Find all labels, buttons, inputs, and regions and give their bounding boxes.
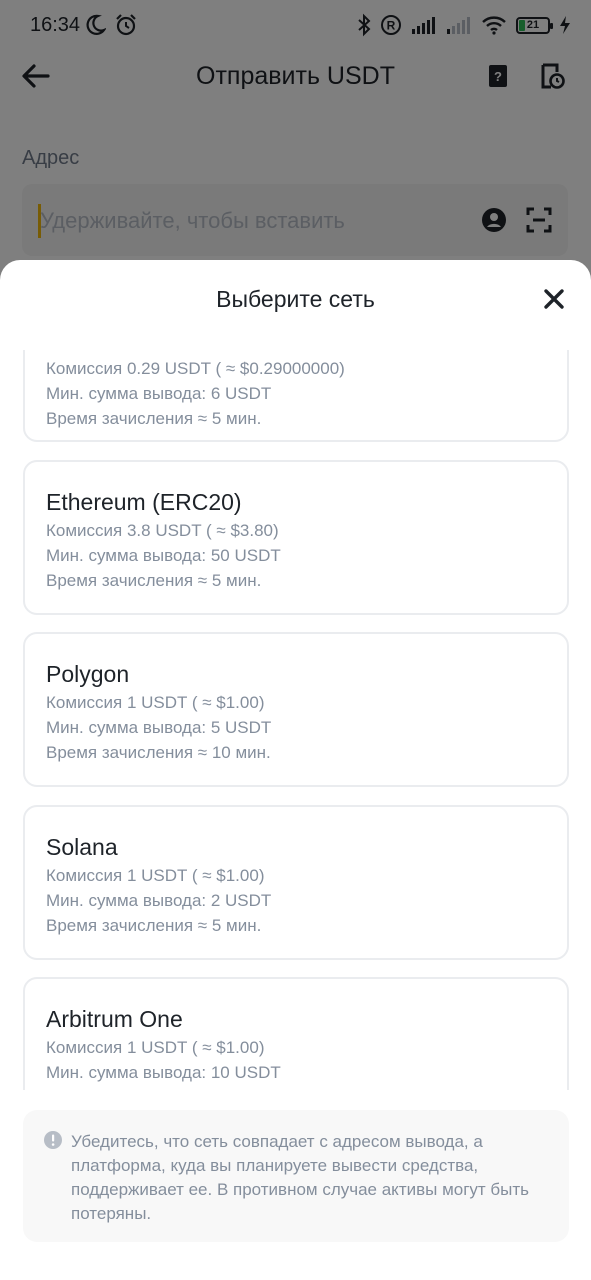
network-fee: Комиссия 3.8 USDT ( ≈ $3.80) [46,521,279,540]
warning-text: Убедитесь, что сеть совпадает с адресом … [71,1132,530,1223]
network-arrival-time: Время зачисления ≈ 5 мин. [46,571,262,590]
network-min-withdrawal: Мин. сумма вывода: 50 USDT [46,546,281,565]
network-select-sheet: Выберите сеть Комиссия 0.29 USDT ( ≈ $0.… [0,260,591,1280]
network-arrival-time: Время зачисления ≈ 5 мин. [46,916,262,935]
sheet-title: Выберите сеть [216,286,375,312]
close-icon [544,289,564,309]
network-arrival-time: Время зачисления ≈ 5 мин. [46,409,262,428]
network-min-withdrawal: Мин. сумма вывода: 10 USDT [46,1063,281,1082]
network-fee: Комиссия 1 USDT ( ≈ $1.00) [46,1038,265,1057]
network-card[interactable]: Polygon Комиссия 1 USDT ( ≈ $1.00) Мин. … [23,632,569,787]
network-name: Arbitrum One [46,1006,183,1032]
network-card[interactable]: Solana Комиссия 1 USDT ( ≈ $1.00) Мин. с… [23,805,569,960]
close-button[interactable] [539,284,569,314]
warning-notice: Убедитесь, что сеть совпадает с адресом … [23,1110,569,1242]
network-arrival-time: Время зачисления ≈ 10 мин. [46,743,271,762]
network-min-withdrawal: Мин. сумма вывода: 5 USDT [46,718,272,737]
info-icon [44,1131,62,1149]
network-min-withdrawal: Мин. сумма вывода: 2 USDT [46,891,272,910]
network-name: Solana [46,834,118,860]
network-fee: Комиссия 1 USDT ( ≈ $1.00) [46,866,265,885]
network-card[interactable]: Ethereum (ERC20) Комиссия 3.8 USDT ( ≈ $… [23,460,569,615]
network-card[interactable]: Комиссия 0.29 USDT ( ≈ $0.29000000) Мин.… [23,350,569,442]
network-list[interactable]: Комиссия 0.29 USDT ( ≈ $0.29000000) Мин.… [0,350,591,1090]
network-name: Polygon [46,661,130,687]
network-card[interactable]: Arbitrum One Комиссия 1 USDT ( ≈ $1.00) … [23,977,569,1090]
network-name: Ethereum (ERC20) [46,489,242,515]
network-min-withdrawal: Мин. сумма вывода: 6 USDT [46,384,272,403]
network-fee: Комиссия 1 USDT ( ≈ $1.00) [46,693,265,712]
network-fee: Комиссия 0.29 USDT ( ≈ $0.29000000) [46,359,345,378]
